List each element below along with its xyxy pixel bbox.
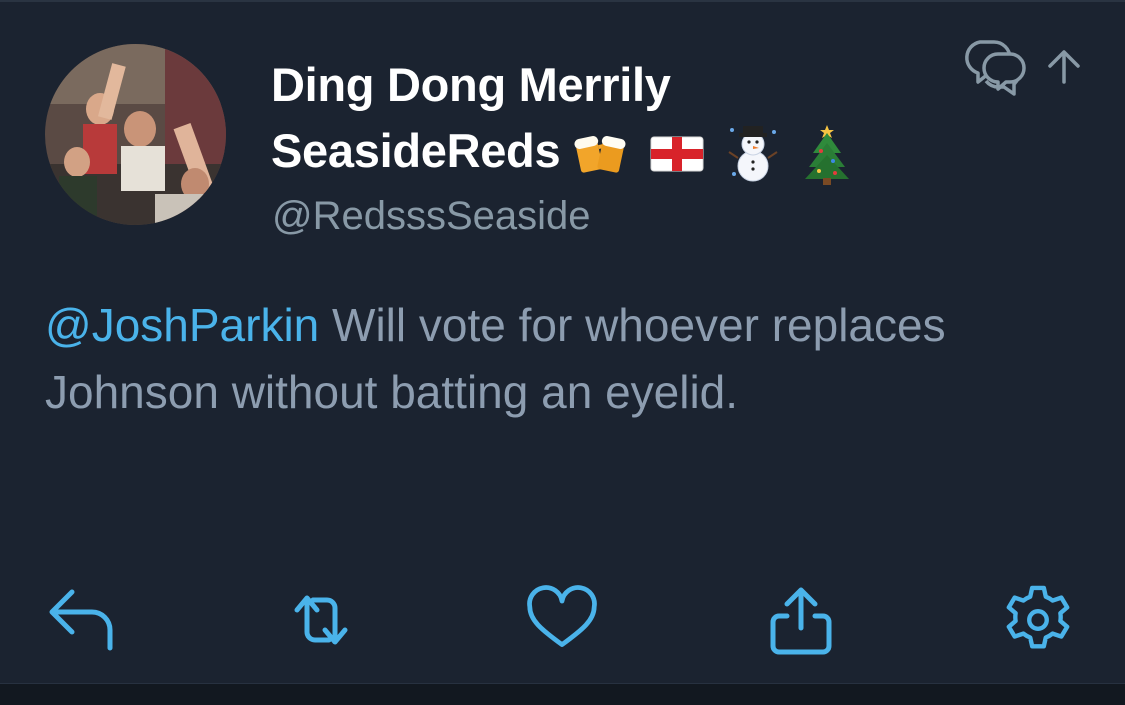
share-button[interactable] (765, 584, 837, 656)
conversation-icon[interactable] (958, 38, 1030, 102)
display-name-line1: Ding Dong Merrily (271, 58, 671, 111)
retweet-icon (294, 595, 348, 645)
share-arrow-up-icon[interactable] (1044, 46, 1084, 86)
christmas-tree-emoji (804, 124, 849, 185)
name-emojis (574, 116, 860, 185)
settings-button[interactable] (1002, 584, 1074, 656)
avatar[interactable] (45, 44, 226, 225)
avatar-photo (45, 44, 226, 225)
reply-icon (49, 589, 113, 651)
author-display-name[interactable]: Ding Dong Merrily SeasideReds (271, 52, 931, 189)
mention-link[interactable]: @JoshParkin (45, 299, 319, 351)
tweet-text: @JoshParkin Will vote for whoever replac… (45, 292, 1045, 426)
share-icon (770, 587, 832, 655)
snowman-emoji (728, 125, 778, 182)
beer-mugs-emoji (574, 135, 626, 173)
author-handle[interactable]: @RedsssSeaside (272, 190, 591, 242)
retweet-button[interactable] (285, 584, 357, 656)
like-heart-icon (527, 585, 597, 647)
settings-gear-icon (1006, 585, 1070, 649)
england-flag-emoji (650, 136, 704, 172)
like-button[interactable] (526, 584, 598, 656)
display-name-line2: SeasideReds (271, 124, 561, 177)
top-divider (0, 0, 1125, 2)
bottom-bar (0, 683, 1125, 705)
header-actions (958, 38, 1088, 102)
tweet-action-bar (0, 584, 1125, 656)
reply-button[interactable] (44, 584, 116, 656)
